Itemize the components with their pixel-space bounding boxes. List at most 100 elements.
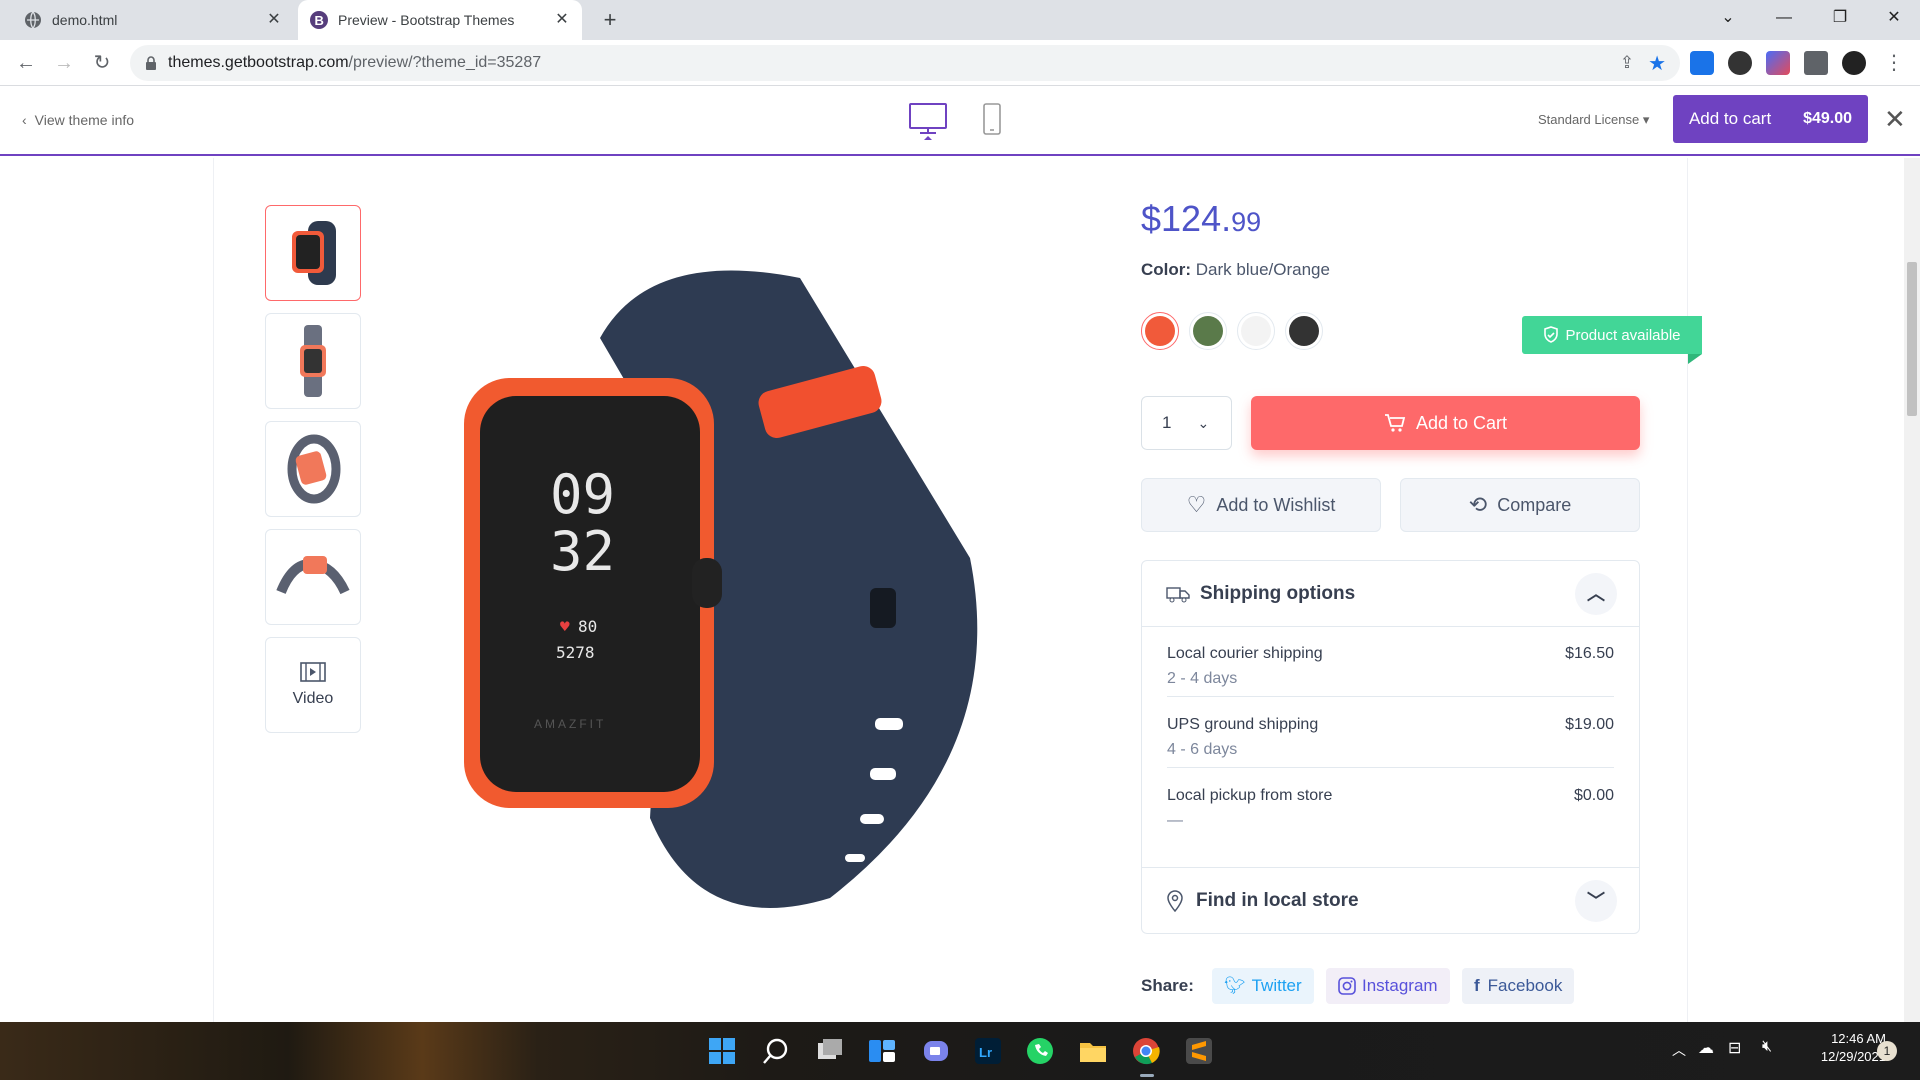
chrome-icon[interactable] <box>1130 1035 1162 1067</box>
shipping-option-price: $0.00 <box>1573 787 1614 804</box>
chevron-down-icon: ▾ <box>1642 112 1650 127</box>
scrollbar-thumb[interactable] <box>1907 262 1917 416</box>
url-path: /preview/?theme_id=35287 <box>348 54 542 71</box>
shipping-option-row: Local courier shipping 2 - 4 days $16.50 <box>1167 627 1614 697</box>
price-main: $124. <box>1141 198 1232 239</box>
share-label: Share: <box>1141 976 1194 995</box>
chevron-down-icon[interactable]: ﹀ <box>1575 880 1617 922</box>
wishlist-label: Add to Wishlist <box>1216 494 1336 515</box>
file-explorer-icon[interactable] <box>1077 1035 1109 1067</box>
reload-icon[interactable]: ↻ <box>88 49 116 77</box>
cart-icon <box>1384 414 1406 432</box>
find-in-local-store-header[interactable]: Find in local store ﹀ <box>1142 867 1639 933</box>
clock[interactable]: 12:46 AM 12/29/2021 <box>1800 1030 1886 1066</box>
shipping-option-name: Local pickup from store <box>1167 787 1333 804</box>
shipping-option-days: 2 - 4 days <box>1167 670 1238 687</box>
gallery-thumb-2[interactable] <box>265 313 361 409</box>
tab-search-chevron-icon[interactable]: ⌄ <box>1700 0 1756 40</box>
shipping-option-name: Local courier shipping <box>1167 645 1323 662</box>
close-tab-icon[interactable]: ✕ <box>552 10 572 30</box>
extension-icon[interactable] <box>1728 51 1752 75</box>
facebook-icon: f <box>1474 976 1480 995</box>
color-swatch-white[interactable] <box>1237 312 1275 350</box>
widgets-icon[interactable] <box>866 1035 898 1067</box>
lock-icon <box>146 56 156 70</box>
shipping-option-days: 4 - 6 days <box>1167 741 1238 758</box>
restore-button[interactable]: ❐ <box>1812 0 1868 40</box>
tray-chevron-up-icon[interactable]: ︿ <box>1672 1040 1686 1060</box>
watch-brand: AMAZFIT <box>534 717 606 731</box>
gallery-thumb-1[interactable] <box>265 205 361 301</box>
map-pin-icon <box>1167 889 1183 912</box>
task-view-icon[interactable] <box>814 1035 846 1067</box>
shipping-option-name: UPS ground shipping <box>1167 716 1319 733</box>
video-film-icon <box>300 662 326 682</box>
new-tab-button[interactable]: + <box>596 6 624 34</box>
address-bar[interactable]: themes.getbootstrap.com/preview/?theme_i… <box>130 45 1680 81</box>
theme-preview-bar: ‹ View theme info Standard License ▾ Add… <box>0 86 1920 156</box>
color-selection-text: Color: Dark blue/Orange <box>1141 260 1330 280</box>
color-label: Color: <box>1141 260 1192 279</box>
tab-title: Preview - Bootstrap Themes <box>338 12 515 28</box>
volume-muted-icon[interactable]: 🔇︎ <box>1762 1038 1772 1056</box>
product-price: $124.99 <box>1141 198 1261 240</box>
refresh-compare-icon: ⟲ <box>1468 492 1488 517</box>
price-cents: 99 <box>1231 207 1262 237</box>
close-tab-icon[interactable]: ✕ <box>264 10 284 30</box>
desktop-view-icon[interactable] <box>908 100 948 140</box>
add-to-cart-label: Add to cart <box>1688 109 1772 128</box>
color-swatch-black[interactable] <box>1285 312 1323 350</box>
view-theme-info-link[interactable]: ‹ View theme info <box>22 112 134 128</box>
color-swatch-green[interactable] <box>1189 312 1227 350</box>
watch-side-thumb-image <box>287 434 341 504</box>
network-icon[interactable]: ⊟ <box>1728 1038 1741 1058</box>
bookmark-star-icon[interactable]: ★ <box>1648 51 1666 76</box>
gallery-thumb-video[interactable]: Video <box>265 637 361 733</box>
back-arrow-icon[interactable]: ← <box>12 49 40 77</box>
browser-toolbar: ← → ↻ themes.getbootstrap.com/preview/?t… <box>0 40 1920 86</box>
quantity-select[interactable]: 1 ⌄ <box>1141 396 1232 450</box>
share-page-icon[interactable]: ⇪ <box>1620 53 1634 73</box>
minimize-button[interactable]: — <box>1756 0 1812 40</box>
gallery-thumb-4[interactable] <box>265 529 361 625</box>
watch-time-minutes: 32 <box>550 520 615 583</box>
share-twitter-button[interactable]: 🐦︎ Twitter <box>1212 968 1314 1004</box>
notification-badge[interactable]: 1 <box>1877 1041 1897 1061</box>
share-facebook-button[interactable]: f Facebook <box>1462 968 1575 1004</box>
screen-capture-extension-icon[interactable] <box>1690 51 1714 75</box>
add-to-cart-theme-button[interactable]: Add to cart $49.00 <box>1673 95 1868 143</box>
close-window-button[interactable]: ✕ <box>1866 0 1920 40</box>
watch-front-thumb-image <box>292 221 336 285</box>
lightroom-icon[interactable]: Lr <box>972 1035 1004 1067</box>
bootstrap-logo-icon: B <box>310 11 328 29</box>
shipping-options-header[interactable]: Shipping options ︿ <box>1142 561 1639 627</box>
instagram-label: Instagram <box>1362 976 1438 995</box>
chevron-left-icon: ‹ <box>22 112 27 128</box>
add-to-wishlist-button[interactable]: ♡ Add to Wishlist <box>1141 478 1381 532</box>
add-to-cart-button[interactable]: Add to Cart <box>1251 396 1640 450</box>
chevron-up-icon[interactable]: ︿ <box>1575 573 1617 615</box>
shipping-option-price: $16.50 <box>1565 645 1614 662</box>
onedrive-cloud-icon[interactable]: ☁ <box>1698 1038 1714 1058</box>
tab-demo-html[interactable]: demo.html ✕ <box>12 0 294 40</box>
sublime-text-icon[interactable] <box>1183 1035 1215 1067</box>
puzzle-extensions-icon[interactable] <box>1804 51 1828 75</box>
compare-button[interactable]: ⟲ Compare <box>1400 478 1640 532</box>
color-value: Dark blue/Orange <box>1195 260 1330 279</box>
search-icon[interactable] <box>760 1035 792 1067</box>
chrome-menu-icon[interactable]: ⋮ <box>1880 49 1908 77</box>
pen-extension-icon[interactable] <box>1766 51 1790 75</box>
color-swatch-orange[interactable] <box>1141 312 1179 350</box>
gallery-thumb-3[interactable] <box>265 421 361 517</box>
close-preview-icon[interactable]: ✕ <box>1884 104 1906 135</box>
profile-avatar[interactable] <box>1842 51 1866 75</box>
windows-start-icon[interactable] <box>706 1035 738 1067</box>
share-instagram-button[interactable]: Instagram <box>1326 968 1450 1004</box>
tab-preview-bootstrap[interactable]: B Preview - Bootstrap Themes ✕ <box>298 0 582 40</box>
mobile-view-icon[interactable] <box>980 100 1004 140</box>
page-scrollbar[interactable] <box>1904 158 1920 1022</box>
teams-chat-icon[interactable] <box>920 1035 952 1067</box>
whatsapp-icon[interactable] <box>1024 1035 1056 1067</box>
forward-arrow-icon[interactable]: → <box>50 49 78 77</box>
license-dropdown[interactable]: Standard License ▾ <box>1538 112 1649 128</box>
